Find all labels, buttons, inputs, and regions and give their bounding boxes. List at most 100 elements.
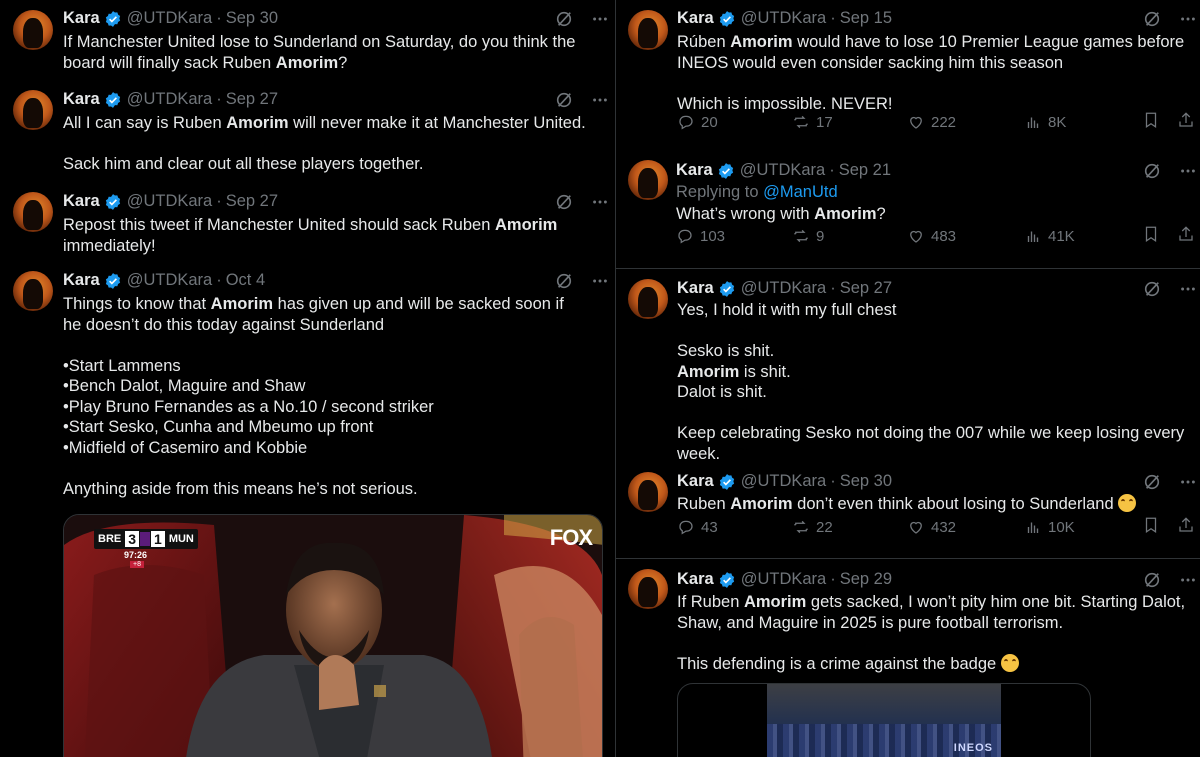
repost-button[interactable]: 22 [792, 518, 833, 536]
tweet[interactable]: Kara @UTDKara · Sep 21 Replying to @ManU… [616, 155, 1200, 268]
tweet-media-image[interactable]: BRE 3 1 MUN 97:26 +8 FOX [63, 514, 603, 757]
views-button[interactable]: 10K [1024, 518, 1075, 536]
author-name[interactable]: Kara [63, 9, 100, 28]
bookmark-button[interactable] [1142, 225, 1160, 247]
like-button[interactable]: 432 [907, 518, 956, 536]
share-button[interactable] [1177, 111, 1195, 133]
tweet[interactable]: Kara @UTDKara · Sep 30 Ruben Amorim don’… [616, 462, 1200, 558]
author-handle[interactable]: @UTDKara [127, 9, 213, 28]
author-handle[interactable]: @UTDKara [740, 161, 826, 180]
more-icon[interactable] [591, 193, 609, 211]
reply-to-mention[interactable]: @ManUtd [763, 183, 838, 201]
more-icon[interactable] [1179, 280, 1197, 298]
avatar[interactable] [13, 192, 53, 232]
more-icon[interactable] [1179, 10, 1197, 28]
author-handle[interactable]: @UTDKara [127, 192, 213, 211]
like-button[interactable]: 222 [907, 113, 956, 131]
author-name[interactable]: Kara [63, 90, 100, 109]
reply-button[interactable]: 43 [677, 518, 718, 536]
tweet-date[interactable]: Sep 30 [226, 9, 278, 28]
text-line: If Ruben Amorim gets sacked, I won’t pit… [677, 593, 1186, 611]
heart-icon [910, 116, 922, 129]
author-handle[interactable]: @UTDKara [741, 472, 827, 491]
avatar[interactable] [13, 10, 53, 50]
text-line: board will finally sack Ruben Amorim? [63, 53, 348, 72]
avatar[interactable] [628, 569, 668, 609]
tweet[interactable]: Kara @UTDKara · Sep 15 Rúben Amorim woul… [616, 0, 1200, 155]
reply-button[interactable]: 103 [676, 227, 725, 245]
grok-icon[interactable] [1143, 162, 1161, 180]
author-handle[interactable]: @UTDKara [741, 570, 827, 589]
avatar[interactable] [13, 90, 53, 130]
tweet-text: Yes, I hold it with my full chest Sesko i… [677, 300, 1184, 464]
tweet-date[interactable]: Sep 15 [840, 9, 892, 28]
author-handle[interactable]: @UTDKara [127, 90, 213, 109]
grok-icon[interactable] [1143, 571, 1161, 589]
author-name[interactable]: Kara [676, 161, 713, 180]
tweet[interactable]: Kara @UTDKara · Oct 4 Things to know tha… [0, 268, 615, 757]
views-icon [1027, 522, 1039, 533]
tweet-header: Kara @UTDKara · Sep 30 [677, 472, 892, 491]
bookmark-button[interactable] [1142, 111, 1160, 133]
reply-button[interactable]: 20 [677, 113, 718, 131]
repost-button[interactable]: 17 [792, 113, 833, 131]
author-handle[interactable]: @UTDKara [127, 271, 213, 290]
more-icon[interactable] [591, 91, 609, 109]
views-button[interactable]: 8K [1024, 113, 1066, 131]
more-icon[interactable] [591, 10, 609, 28]
like-button[interactable]: 483 [907, 227, 956, 245]
more-icon[interactable] [1179, 473, 1197, 491]
text-line: •Start Lammens [63, 356, 181, 375]
share-button[interactable] [1177, 225, 1195, 247]
author-name[interactable]: Kara [677, 9, 714, 28]
text-line: Rúben Amorim would have to lose 10 Premi… [677, 33, 1185, 51]
like-count: 222 [931, 113, 957, 131]
avatar[interactable] [628, 472, 668, 512]
share-button[interactable] [1177, 516, 1195, 538]
tweet-media-video[interactable]: INEOS [677, 683, 1091, 757]
author-handle[interactable]: @UTDKara [741, 279, 827, 298]
repost-button[interactable]: 9 [792, 227, 824, 245]
avatar[interactable] [13, 271, 53, 311]
tweet[interactable]: Kara @UTDKara · Sep 27 Yes, I hold it wi… [616, 269, 1200, 464]
tweet[interactable]: Kara @UTDKara · Sep 30 If Manchester Uni… [0, 0, 615, 88]
tweet[interactable]: Kara @UTDKara · Sep 29 If Ruben Amorim g… [616, 559, 1200, 757]
tweet-date[interactable]: Sep 27 [226, 192, 278, 211]
separator-dot: · [216, 271, 222, 289]
tweet-date[interactable]: Sep 30 [840, 472, 892, 491]
author-name[interactable]: Kara [677, 472, 714, 491]
author-name[interactable]: Kara [63, 192, 100, 211]
tweet-date[interactable]: Sep 27 [840, 279, 892, 298]
avatar[interactable] [628, 160, 668, 200]
grok-icon[interactable] [555, 272, 573, 290]
grok-icon[interactable] [1143, 10, 1161, 28]
view-count: 41K [1048, 227, 1075, 245]
grok-icon[interactable] [555, 10, 573, 28]
views-button[interactable]: 41K [1024, 227, 1075, 245]
bookmark-button[interactable] [1142, 516, 1160, 538]
author-handle[interactable]: @UTDKara [741, 9, 827, 28]
tweet-date[interactable]: Oct 4 [226, 271, 265, 290]
more-icon[interactable] [591, 272, 609, 290]
text-line: What’s wrong with Amorim? [676, 205, 886, 223]
tweet-date[interactable]: Sep 21 [839, 161, 891, 180]
author-name[interactable]: Kara [677, 570, 714, 589]
more-icon[interactable] [1179, 571, 1197, 589]
tweet[interactable]: Kara @UTDKara · Sep 27 Repost this tweet… [0, 188, 615, 268]
author-name[interactable]: Kara [677, 279, 714, 298]
grok-icon[interactable] [1143, 280, 1161, 298]
avatar[interactable] [628, 279, 668, 319]
tweet-date[interactable]: Sep 27 [226, 90, 278, 109]
tweet-date[interactable]: Sep 29 [840, 570, 892, 589]
tweet-header-actions [1143, 473, 1197, 491]
text-line: Which is impossible. NEVER! [677, 94, 893, 113]
author-name[interactable]: Kara [63, 271, 100, 290]
text-line: Dalot is shit. [677, 383, 767, 401]
grok-icon[interactable] [1143, 473, 1161, 491]
more-icon[interactable] [1179, 162, 1197, 180]
verified-badge-icon [104, 91, 122, 109]
grok-icon[interactable] [555, 193, 573, 211]
tweet[interactable]: Kara @UTDKara · Sep 27 All I can say is … [0, 88, 615, 188]
avatar[interactable] [628, 10, 668, 50]
grok-icon[interactable] [555, 91, 573, 109]
